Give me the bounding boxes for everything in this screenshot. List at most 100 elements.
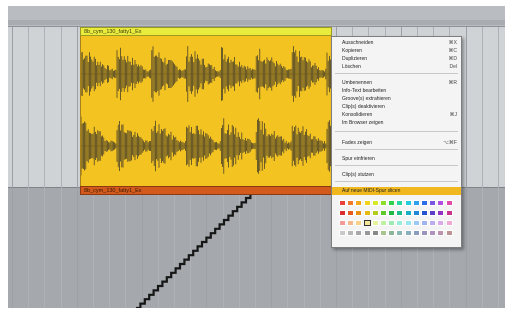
color-swatch[interactable] <box>371 220 379 226</box>
color-swatch[interactable] <box>380 230 387 236</box>
color-swatch[interactable] <box>355 210 363 216</box>
color-swatch[interactable] <box>363 200 371 206</box>
menu-item[interactable]: Kopieren ⌘C <box>332 47 461 55</box>
menu-item[interactable]: Konsolidieren ⌘J <box>332 111 461 119</box>
color-swatch[interactable] <box>371 210 379 216</box>
color-swatch[interactable] <box>429 230 437 236</box>
color-swatch[interactable] <box>412 210 420 216</box>
color-swatch[interactable] <box>404 220 412 226</box>
menu-separator <box>335 181 458 182</box>
color-swatch[interactable] <box>396 220 404 226</box>
clip-name: 8b_cym_130_fatty1_Ex <box>84 29 142 35</box>
menu-item[interactable]: Clip(s) stutzen <box>332 171 461 179</box>
color-swatch[interactable] <box>388 200 396 206</box>
menu-item-label: Ausschneiden <box>342 40 374 46</box>
menu-item-label: Kopieren <box>342 48 363 54</box>
clip-title-bar[interactable]: 8b_cym_130_fatty1_Ex <box>80 27 332 36</box>
menu-item[interactable]: Im Browser zeigen <box>332 119 461 127</box>
color-swatch[interactable] <box>347 210 355 216</box>
menu-item[interactable]: Clip(s) deaktivieren <box>332 103 461 111</box>
menu-item[interactable]: Spur einfrieren <box>332 155 461 163</box>
color-swatch[interactable] <box>363 220 371 226</box>
color-swatch[interactable] <box>445 210 453 216</box>
menu-separator <box>335 165 458 166</box>
color-swatch[interactable] <box>437 220 445 226</box>
color-swatch[interactable] <box>371 200 379 206</box>
automation-line[interactable] <box>136 193 252 308</box>
color-swatch[interactable] <box>355 200 363 206</box>
menu-item[interactable]: Löschen Del <box>332 63 461 71</box>
color-swatch[interactable] <box>421 200 428 206</box>
color-swatch[interactable] <box>421 220 428 226</box>
color-swatch[interactable] <box>445 230 453 236</box>
clip-waveform[interactable] <box>80 36 332 187</box>
menu-item-shortcut: ⌘C <box>448 48 457 54</box>
menu-item-shortcut: ⌥⌘F <box>443 140 457 146</box>
color-swatch[interactable] <box>421 210 428 216</box>
color-swatch[interactable] <box>396 210 404 216</box>
menu-item-label: Groove(s) extrahieren <box>342 96 391 102</box>
color-swatch[interactable] <box>388 220 396 226</box>
waveform-display <box>81 46 331 176</box>
menu-item-label: Spur einfrieren <box>342 156 375 162</box>
color-swatch[interactable] <box>437 210 445 216</box>
color-swatch[interactable] <box>363 210 371 216</box>
menu-item-label: Clip(s) stutzen <box>342 172 374 178</box>
color-swatch[interactable] <box>371 230 379 236</box>
menu-item[interactable]: Info-Text bearbeiten <box>332 87 461 95</box>
color-swatch[interactable] <box>339 230 346 236</box>
color-swatch[interactable] <box>363 230 371 236</box>
menu-item-shortcut: Del <box>449 64 457 70</box>
color-swatch[interactable] <box>388 210 396 216</box>
menu-separator <box>335 131 458 132</box>
color-swatch[interactable] <box>347 200 355 206</box>
color-swatch[interactable] <box>412 230 420 236</box>
color-swatch[interactable] <box>445 220 453 226</box>
color-swatch[interactable] <box>347 220 355 226</box>
menu-item[interactable]: Auf neue MIDI-Spur slicen <box>332 187 461 195</box>
color-swatch[interactable] <box>355 230 363 236</box>
menu-item[interactable]: Groove(s) extrahieren <box>332 95 461 103</box>
menu-item-label: Konsolidieren <box>342 112 373 118</box>
color-swatch[interactable] <box>396 230 404 236</box>
menu-item-label: Info-Text bearbeiten <box>342 88 387 94</box>
menu-item-shortcut: ⌘J <box>449 112 458 118</box>
clip-footer-name: 8b_cym_130_fatty1_Ex <box>84 188 142 194</box>
color-swatch[interactable] <box>404 210 412 216</box>
menu-item-label: Duplizieren <box>342 56 368 62</box>
menu-item[interactable]: Umbenennen ⌘R <box>332 79 461 87</box>
color-swatch[interactable] <box>388 230 396 236</box>
menu-item[interactable]: Fades zeigen ⌥⌘F <box>332 139 461 147</box>
color-swatch[interactable] <box>421 230 428 236</box>
color-swatch[interactable] <box>355 220 363 226</box>
menu-item[interactable]: Ausschneiden ⌘X <box>332 39 461 47</box>
color-swatch[interactable] <box>396 200 404 206</box>
color-swatch[interactable] <box>404 200 412 206</box>
color-swatch[interactable] <box>380 210 387 216</box>
color-swatch[interactable] <box>429 210 437 216</box>
menu-item-shortcut: ⌘X <box>448 40 457 46</box>
color-swatch[interactable] <box>380 220 387 226</box>
color-swatch[interactable] <box>339 200 346 206</box>
clip-footer-bar[interactable]: 8b_cym_130_fatty1_Ex <box>80 186 332 195</box>
menu-item-label: Umbenennen <box>342 80 373 86</box>
menu-separator <box>335 73 458 74</box>
color-swatch[interactable] <box>347 230 355 236</box>
color-swatch[interactable] <box>429 200 437 206</box>
color-swatch[interactable] <box>339 220 346 226</box>
color-swatch[interactable] <box>412 220 420 226</box>
clip-context-menu: Ausschneiden ⌘X Kopieren ⌘C Duplizieren ⌘D Lös… <box>331 36 462 248</box>
menu-item-label: Im Browser zeigen <box>342 120 384 126</box>
color-swatch[interactable] <box>429 220 437 226</box>
clip-color-palette <box>339 200 455 244</box>
color-swatch[interactable] <box>404 230 412 236</box>
color-swatch[interactable] <box>437 230 445 236</box>
arrangement-view: 8b_cym_130_fatty1_Ex 8b_cym_130_fatty1_E… <box>8 6 505 308</box>
color-swatch[interactable] <box>437 200 445 206</box>
color-swatch[interactable] <box>445 200 453 206</box>
menu-item[interactable]: Duplizieren ⌘D <box>332 55 461 63</box>
color-swatch[interactable] <box>339 210 346 216</box>
color-swatch[interactable] <box>412 200 420 206</box>
audio-clip[interactable]: 8b_cym_130_fatty1_Ex 8b_cym_130_fatty1_E… <box>80 27 332 195</box>
color-swatch[interactable] <box>380 200 387 206</box>
